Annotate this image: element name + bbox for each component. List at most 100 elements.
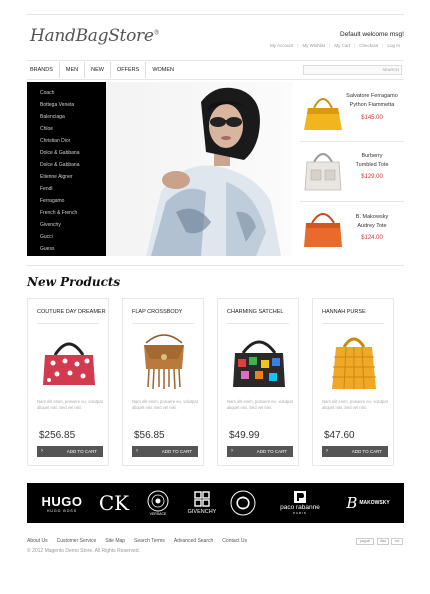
- colorful-satchel-image: [233, 340, 285, 387]
- nav-offers[interactable]: OFFERS: [111, 62, 147, 78]
- add-to-cart-label: ADD TO CART: [66, 449, 97, 454]
- brand-link[interactable]: Givenchy: [27, 219, 106, 231]
- orange-tote-image: [304, 213, 342, 247]
- brand-link[interactable]: Guess: [27, 243, 106, 255]
- brand-link[interactable]: Christian Dior: [27, 135, 106, 147]
- givenchy-logo[interactable]: GIVENCHY: [179, 483, 225, 523]
- product-description: Nam elit enim, posuere eu, volutpat aliq…: [322, 399, 388, 410]
- paco-rabanne-logo[interactable]: paco rabanne PARIS: [269, 483, 331, 523]
- add-to-cart-button[interactable]: › ADD TO CART: [132, 446, 198, 457]
- nav-brands[interactable]: BRANDS: [27, 62, 60, 78]
- arrow-right-icon: ›: [231, 448, 233, 454]
- top-divider: [27, 14, 404, 15]
- product-price: $49.99: [229, 430, 260, 441]
- paypal-icon: paypal: [356, 538, 374, 545]
- my-wishlist-link[interactable]: My Wishlist: [302, 43, 325, 48]
- featured-name-line2[interactable]: Audrey Tote: [342, 222, 402, 230]
- visa-icon: visa: [377, 538, 389, 545]
- featured-divider: [300, 201, 404, 202]
- my-cart-link[interactable]: My Cart: [334, 43, 350, 48]
- product-title-divider: [37, 323, 99, 324]
- featured-product[interactable]: Salvatore Ferragamo Python Fiammetta $14…: [300, 84, 404, 142]
- brand-link[interactable]: Chloe: [27, 123, 106, 135]
- brand-link[interactable]: French & French: [27, 207, 106, 219]
- featured-price: $124.00: [361, 235, 383, 241]
- medusa-icon: [147, 490, 169, 512]
- footer-advanced-search-link[interactable]: Advanced Search: [174, 538, 213, 544]
- featured-product[interactable]: B. Makowsky Audrey Tote $124.00: [300, 203, 404, 261]
- b-makowsky-b-mark: B: [346, 494, 358, 512]
- white-tote-image: [304, 153, 342, 191]
- brand-link[interactable]: Ferragamo: [27, 195, 106, 207]
- fringe-crossbody-image: [144, 334, 184, 390]
- mastercard-icon: mc: [391, 538, 403, 545]
- my-account-link[interactable]: My Account: [270, 43, 293, 48]
- chanel-cc-icon: [230, 490, 256, 516]
- product-price: $47.60: [324, 430, 355, 441]
- site-logo[interactable]: HandBagStore®: [30, 26, 160, 46]
- arrow-right-icon: ›: [136, 448, 138, 454]
- polka-dot-handbag-image: [43, 342, 95, 385]
- featured-product[interactable]: Burberry Tumbled Tote $129.00: [300, 144, 404, 202]
- brands-sidebar: Coach Bottega Veneta Balenciaga Chloe Ch…: [27, 82, 106, 256]
- brand-link[interactable]: Bottega Veneta: [27, 99, 106, 111]
- featured-name-line2[interactable]: Python Fiammetta: [342, 101, 402, 109]
- brand-link[interactable]: Gucci: [27, 231, 106, 243]
- arrow-right-icon: ›: [41, 448, 43, 454]
- footer-sitemap-link[interactable]: Site Map: [105, 538, 125, 544]
- footer-customer-service-link[interactable]: Customer Service: [57, 538, 97, 544]
- add-to-cart-label: ADD TO CART: [161, 449, 192, 454]
- brand-logos-banner: HUGO HUGO BOSS CK VERSACE GIVENCHY paco …: [27, 483, 404, 523]
- nav-women[interactable]: WOMEN: [146, 62, 180, 78]
- featured-name-line1[interactable]: Burberry: [342, 152, 402, 160]
- copyright: © 2012 Magento Demo Store. All Rights Re…: [27, 548, 140, 554]
- login-link[interactable]: Log In: [387, 43, 400, 48]
- nav-new[interactable]: NEW: [85, 62, 111, 78]
- brand-link[interactable]: Coach: [27, 87, 106, 99]
- featured-name-line2[interactable]: Tumbled Tote: [342, 161, 402, 169]
- add-to-cart-button[interactable]: › ADD TO CART: [322, 446, 388, 457]
- b-makowsky-logo[interactable]: B MAKOWSKY: [337, 483, 399, 523]
- woven-purse-image: [332, 337, 376, 390]
- featured-name-line1[interactable]: B. Makowsky: [342, 213, 402, 221]
- brand-link[interactable]: Dolce & Gabbana: [27, 159, 106, 171]
- versace-logo[interactable]: VERSACE: [141, 483, 175, 523]
- product-title-divider: [227, 323, 289, 324]
- hero-banner[interactable]: [106, 82, 293, 256]
- chanel-logo[interactable]: [227, 483, 259, 523]
- footer-search-terms-link[interactable]: Search Terms: [134, 538, 165, 544]
- search-button[interactable]: SEARCH: [382, 67, 399, 72]
- hugo-logo[interactable]: HUGO HUGO BOSS: [39, 483, 85, 523]
- brand-link[interactable]: Etienne Aigner: [27, 171, 106, 183]
- product-card[interactable]: FLAP CROSSBODY Nam elit enim, posuere eu…: [122, 298, 204, 466]
- add-to-cart-button[interactable]: › ADD TO CART: [37, 446, 103, 457]
- calvin-klein-logo[interactable]: CK: [97, 483, 131, 523]
- product-title-divider: [322, 323, 384, 324]
- nav-bottom-divider: [27, 79, 404, 80]
- checkout-link[interactable]: Checkout: [359, 43, 378, 48]
- footer-contact-link[interactable]: Contact Us: [222, 538, 247, 544]
- footer-about-link[interactable]: About Us: [27, 538, 48, 544]
- featured-price: $129.00: [361, 174, 383, 180]
- nav-men[interactable]: MEN: [60, 62, 86, 78]
- product-card[interactable]: HANNAH PURSE Nam elit enim, posuere eu, …: [312, 298, 394, 466]
- add-to-cart-button[interactable]: › ADD TO CART: [227, 446, 293, 457]
- product-card[interactable]: CHARMING SATCHEL Nam elit enim, posuere …: [217, 298, 299, 466]
- main-nav: BRANDS MEN NEW OFFERS WOMEN: [27, 62, 180, 78]
- product-description: Nam elit enim, posuere eu, volutpat aliq…: [37, 399, 103, 410]
- search-input[interactable]: SEARCH: [303, 65, 402, 75]
- brand-link[interactable]: Balenciaga: [27, 111, 106, 123]
- product-price: $256.85: [39, 430, 76, 441]
- brand-link[interactable]: Fendi: [27, 183, 106, 195]
- product-name[interactable]: FLAP CROSSBODY: [132, 309, 182, 315]
- product-price: $56.85: [134, 430, 165, 441]
- nav-top-divider: [27, 60, 404, 61]
- product-name[interactable]: CHARMING SATCHEL: [227, 309, 283, 315]
- featured-name-line1[interactable]: Salvatore Ferragamo: [342, 92, 402, 100]
- featured-divider: [300, 141, 404, 142]
- product-card[interactable]: COUTURE DAY DREAMER Nam elit enim, posue…: [27, 298, 109, 466]
- hero-model-image: [146, 87, 281, 256]
- product-name[interactable]: HANNAH PURSE: [322, 309, 366, 315]
- brand-link[interactable]: Dolce & Gabbana: [27, 147, 106, 159]
- product-name[interactable]: COUTURE DAY DREAMER: [37, 309, 106, 315]
